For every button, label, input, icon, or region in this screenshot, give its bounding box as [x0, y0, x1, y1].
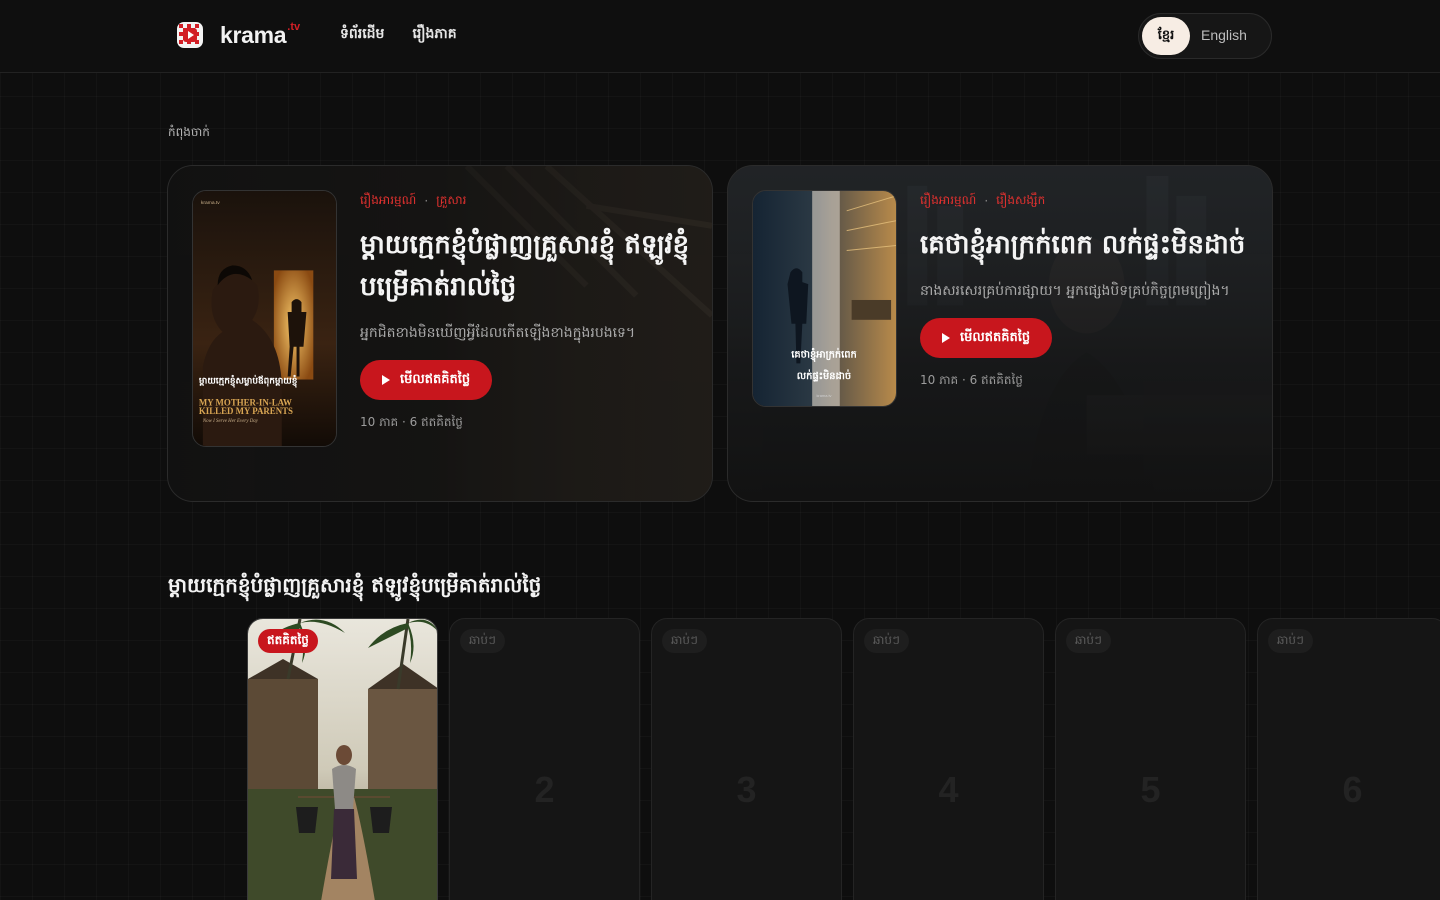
free-badge: ឥតគិតថ្លៃ — [258, 629, 318, 653]
genre-tag[interactable]: រឿងអារម្មណ៍ — [360, 192, 416, 210]
play-icon — [382, 375, 390, 385]
coming-soon-badge: ឆាប់ៗ — [1066, 629, 1111, 653]
series-title: ម្ដាយក្មេកខ្ញុំបំផ្លាញគ្រួសារខ្ញុំ ឥឡូវខ… — [168, 573, 542, 597]
nav-series[interactable]: រឿងភាគ — [412, 24, 456, 45]
card-title[interactable]: ម្ដាយក្មេកខ្ញុំបំផ្លាញគ្រួសារខ្ញុំ ឥឡូវខ… — [360, 224, 690, 308]
coming-soon-badge: ឆាប់ៗ — [1268, 629, 1313, 653]
episode-number: 4 — [938, 769, 959, 810]
poster-artwork: krama.tv ម្ដាយក្មេកខ្ញុំសម្លាប់ឪពុកម្ដាយ… — [193, 191, 336, 446]
trending-label: កំពុងចាក់ — [168, 125, 210, 139]
logo-tld: .tv — [287, 21, 301, 33]
episode-card[interactable]: ឆាប់ៗ 5 — [1055, 618, 1246, 900]
lang-english-button[interactable]: English — [1201, 27, 1247, 43]
coming-soon-badge: ឆាប់ៗ — [864, 629, 909, 653]
episode-meta: 10 ភាគ · 6 ឥតគិតថ្លៃ — [360, 415, 463, 429]
episode-thumbnail — [248, 619, 437, 900]
coming-soon-badge: ឆាប់ៗ — [662, 629, 707, 653]
episode-number: 2 — [534, 769, 555, 810]
genre-tags: រឿងអារម្មណ៍ · រឿងសង្សឹក — [920, 192, 1250, 210]
poster-brand: krama.tv — [816, 393, 831, 398]
tag-separator: · — [424, 194, 429, 208]
poster-tagline: Now I Serve Her Every Day — [202, 419, 259, 424]
genre-tag[interactable]: គ្រួសារ — [436, 192, 466, 210]
poster-km-title-2: លក់ផ្ទះមិនដាច់ — [797, 369, 851, 382]
card-description: អ្នកជិតខាងមិនឃើញអ្វីដែលកើតឡើងខាងក្នុងរបង… — [360, 325, 636, 341]
play-icon — [942, 333, 950, 343]
feature-card[interactable]: គេថាខ្ញុំអាក្រក់ពេក លក់ផ្ទះមិនដាច់ krama… — [727, 165, 1273, 502]
genre-tag[interactable]: រឿងអារម្មណ៍ — [920, 192, 976, 210]
feature-card[interactable]: krama.tv ម្ដាយក្មេកខ្ញុំសម្លាប់ឪពុកម្ដាយ… — [167, 165, 713, 502]
episode-card[interactable]: ឆាប់ៗ 4 — [853, 618, 1044, 900]
krama-logo[interactable]: krama .tv — [176, 20, 300, 50]
watch-free-label: មើលឥតគិតថ្លៃ — [400, 371, 471, 387]
genre-tag[interactable]: រឿងសង្សឹក — [996, 192, 1045, 210]
episode-number: 5 — [1140, 769, 1161, 810]
language-switcher: ខ្មែរ English — [1138, 13, 1272, 59]
card-description: នាងសរសេរគ្រប់ការផ្សាយ។ អ្នកផ្សេងបិទគ្រប់… — [920, 283, 1230, 299]
tag-separator: · — [984, 194, 989, 208]
nav-home[interactable]: ទំព័រដើម — [340, 24, 384, 45]
episode-number: 6 — [1342, 769, 1363, 810]
episode-number: 3 — [736, 769, 757, 810]
poster-brand: krama.tv — [201, 200, 220, 206]
main-nav: ទំព័រដើម រឿងភាគ — [340, 24, 457, 45]
episode-card[interactable]: ឥតគិតថ្លៃ — [247, 618, 438, 900]
card-body: រឿងអារម្មណ៍ · រឿងសង្សឹក គេថាខ្ញុំអាក្រក់… — [920, 192, 1250, 390]
genre-tags: រឿងអារម្មណ៍ · គ្រួសារ — [360, 192, 690, 210]
episode-card[interactable]: ឆាប់ៗ 6 — [1257, 618, 1440, 900]
watch-free-button[interactable]: មើលឥតគិតថ្លៃ — [360, 360, 493, 400]
logo-wordmark: krama — [220, 21, 287, 48]
coming-soon-badge: ឆាប់ៗ — [460, 629, 505, 653]
episode-meta: 10 ភាគ · 6 ឥតគិតថ្លៃ — [920, 373, 1023, 387]
lang-khmer-button[interactable]: ខ្មែរ — [1142, 17, 1190, 55]
card-body: រឿងអារម្មណ៍ · គ្រួសារ ម្ដាយក្មេកខ្ញុំបំផ… — [360, 192, 690, 432]
poster-image[interactable]: គេថាខ្ញុំអាក្រក់ពេក លក់ផ្ទះមិនដាច់ krama… — [752, 190, 897, 407]
poster-image[interactable]: krama.tv ម្ដាយក្មេកខ្ញុំសម្លាប់ឪពុកម្ដាយ… — [192, 190, 337, 447]
card-title[interactable]: គេថាខ្ញុំអាក្រក់ពេក លក់ផ្ទះមិនដាច់ — [920, 224, 1250, 266]
top-header: krama .tv ទំព័រដើម រឿងភាគ ខ្មែរ English — [0, 0, 1440, 73]
episode-thumbnail-art — [248, 619, 437, 900]
poster-artwork: គេថាខ្ញុំអាក្រក់ពេក លក់ផ្ទះមិនដាច់ krama… — [753, 191, 896, 406]
episode-card[interactable]: ឆាប់ៗ 2 — [449, 618, 640, 900]
episode-card[interactable]: ឆាប់ៗ 3 — [651, 618, 842, 900]
poster-en-title-2: KILLED MY PARENTS — [199, 406, 293, 416]
krama-logo-icon — [177, 22, 203, 48]
poster-km-title-1: គេថាខ្ញុំអាក្រក់ពេក — [791, 347, 856, 362]
watch-free-label: មើលឥតគិតថ្លៃ — [960, 329, 1031, 345]
poster-km-title: ម្ដាយក្មេកខ្ញុំសម្លាប់ឪពុកម្ដាយខ្ញុំ — [199, 374, 297, 388]
watch-free-button[interactable]: មើលឥតគិតថ្លៃ — [920, 318, 1053, 358]
